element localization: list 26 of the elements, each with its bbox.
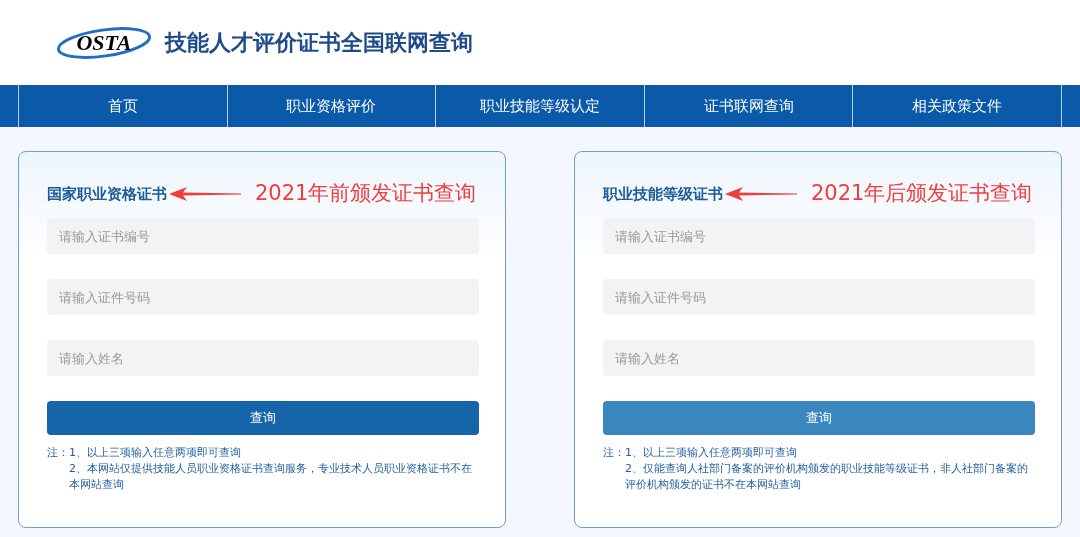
nav-item[interactable]: 职业资格评价 <box>226 85 436 127</box>
annotation-text: 2021年后颁发证书查询 <box>811 180 1033 208</box>
input-field[interactable]: 请输入证书编号 <box>47 218 479 254</box>
note-text: 1、以上三项输入任意两项即可查询 <box>69 445 242 461</box>
arrow-icon <box>725 187 797 201</box>
arrow-icon <box>169 187 241 201</box>
note-label: 注： <box>603 445 625 461</box>
input-field[interactable]: 请输入姓名 <box>603 340 1035 376</box>
nav-item[interactable]: 职业技能等级认定 <box>435 85 644 127</box>
input-field[interactable]: 请输入证件号码 <box>47 279 479 315</box>
nav-item[interactable]: 相关政策文件 <box>852 85 1062 127</box>
query-button[interactable]: 查询 <box>603 401 1035 435</box>
nav-item[interactable]: 证书联网查询 <box>643 85 853 127</box>
note-label: 注： <box>47 445 69 461</box>
query-button[interactable]: 查询 <box>47 401 479 435</box>
note-text: 1、以上三项输入任意两项即可查询 <box>625 445 798 461</box>
input-field[interactable]: 请输入姓名 <box>47 340 479 376</box>
site-title: 技能人才评价证书全国联网查询 <box>165 29 473 57</box>
card-title: 国家职业资格证书 <box>47 183 167 205</box>
input-field[interactable]: 请输入证书编号 <box>603 218 1035 254</box>
note-text: 2、本网站仅提供技能人员职业资格证书查询服务，专业技术人员职业资格证书不在本网站查询 <box>69 461 473 493</box>
input-field[interactable]: 请输入证件号码 <box>603 279 1035 315</box>
note-text: 2、仅能查询人社部门备案的评价机构颁发的职业技能等级证书，非人社部门备案的评价机构颁发的证书不在本网站查询 <box>625 461 1029 493</box>
card-title: 职业技能等级证书 <box>603 183 723 205</box>
nav-item[interactable]: 首页 <box>18 85 227 127</box>
annotation-text: 2021年前颁发证书查询 <box>255 180 477 208</box>
